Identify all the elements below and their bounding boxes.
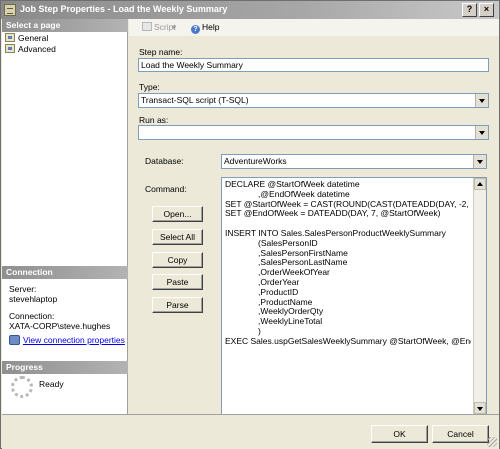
type-select[interactable]: Transact-SQL script (T-SQL) [138,93,489,108]
parse-button[interactable]: Parse [152,297,203,313]
page-item-label: General [18,33,49,43]
scroll-up-icon[interactable] [474,178,486,190]
connection-header: Connection [2,266,128,279]
open-button[interactable]: Open... [152,206,203,222]
view-connection-properties-link[interactable]: View connection properties [9,335,125,345]
step-name-label: Step name: [139,47,183,57]
select-page-header: Select a page [2,19,128,32]
progress-spinner-icon [11,376,33,398]
server-value: stevehlaptop [9,294,58,304]
page-item-advanced[interactable]: Advanced [5,44,56,55]
left-pane: Select a page General Advanced Connectio… [2,19,128,414]
help-icon: ? [191,25,200,34]
progress-status: Ready [39,379,64,389]
chevron-down-icon[interactable] [473,155,486,168]
step-name-input[interactable]: Load the Weekly Summary [138,58,489,72]
script-dropdown-icon[interactable]: ▾ [172,22,176,33]
toolbar: Script ▾ ? Help [129,19,499,36]
database-value: AdventureWorks [224,156,287,166]
select-all-button[interactable]: Select All [152,229,203,245]
dialog-footer: OK Cancel [2,414,499,449]
chevron-down-icon[interactable] [475,94,488,107]
page-item-label: Advanced [18,44,56,54]
command-label: Command: [145,184,187,194]
type-value: Transact-SQL script (T-SQL) [141,95,249,105]
server-label: Server: [9,284,37,294]
command-text[interactable]: DECLARE @StartOfWeek datetime ,@EndOfWee… [225,180,471,347]
paste-button[interactable]: Paste [152,274,203,290]
title-help-button[interactable]: ? [462,3,477,17]
view-connection-properties-text[interactable]: View connection properties [23,335,125,345]
run-as-label: Run as: [139,115,169,125]
scroll-down-icon[interactable] [474,402,486,414]
page-icon [5,44,15,53]
page-item-general[interactable]: General [5,33,48,44]
title-bar: Job Step Properties - Load the Weekly Su… [1,1,499,19]
run-as-select[interactable] [138,125,489,140]
connection-value: XATA-CORP\steve.hughes [9,321,111,331]
database-label: Database: [145,156,184,166]
ok-button[interactable]: OK [371,425,428,443]
progress-header: Progress [2,361,128,374]
database-select[interactable]: AdventureWorks [221,154,487,169]
help-label: Help [202,22,220,32]
script-button[interactable]: Script [142,22,176,32]
command-textarea[interactable]: DECLARE @StartOfWeek datetime ,@EndOfWee… [221,177,487,415]
type-label: Type: [139,82,160,92]
cancel-button[interactable]: Cancel [432,425,489,443]
connection-label: Connection: [9,311,55,321]
connection-properties-icon [9,335,20,345]
page-icon [5,33,15,42]
close-button[interactable]: × [479,3,494,17]
chevron-down-icon[interactable] [475,126,488,139]
script-icon [142,22,152,31]
window-icon [4,4,16,16]
job-step-properties-dialog: Job Step Properties - Load the Weekly Su… [0,0,500,449]
copy-button[interactable]: Copy [152,252,203,268]
help-button[interactable]: ? Help [191,22,219,34]
window-title: Job Step Properties - Load the Weekly Su… [20,4,228,14]
resize-grip-icon[interactable] [487,437,497,447]
command-vertical-scrollbar[interactable] [473,178,486,414]
